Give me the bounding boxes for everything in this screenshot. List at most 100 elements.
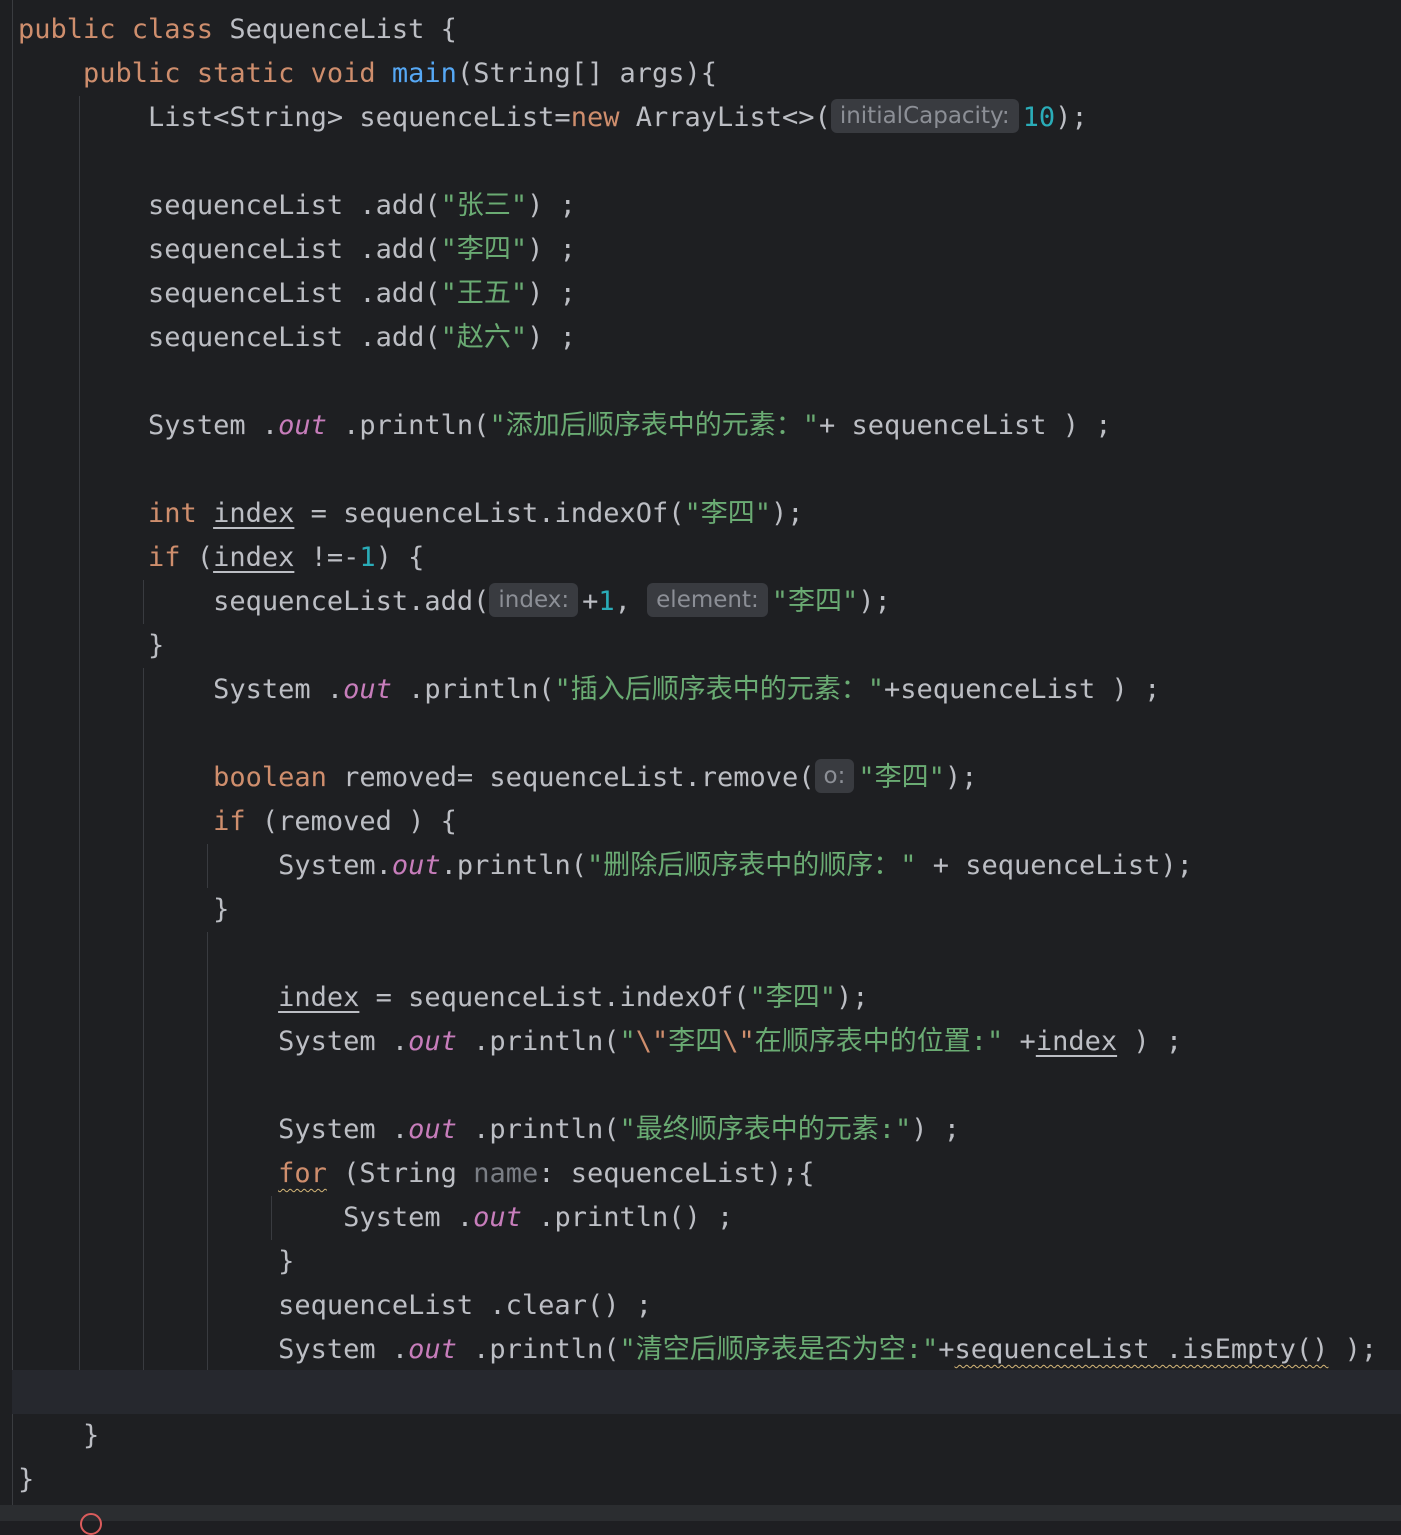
code-line-15[interactable]: } <box>18 624 164 668</box>
warning-expression: sequenceList .isEmpty() <box>954 1334 1329 1365</box>
keyword: public class <box>18 14 214 45</box>
code-text: sequenceList .add( <box>148 234 441 265</box>
code-text: + sequenceList ) ; <box>818 410 1112 441</box>
code-line-21[interactable]: } <box>18 888 229 932</box>
keyword: boolean <box>213 762 327 793</box>
string-literal: "李四" <box>684 498 772 529</box>
code-line-26[interactable]: System .out .println("最终顺序表中的元素:") ; <box>18 1108 960 1152</box>
code-text: = sequenceList.indexOf( <box>294 498 685 529</box>
code-line-13[interactable]: if (index !=-1) { <box>18 536 424 580</box>
string-literal: "赵六" <box>440 322 528 353</box>
code-line-27[interactable]: for (String name: sequenceList);{ <box>18 1152 815 1196</box>
closing-brace: } <box>213 894 230 925</box>
code-line-6[interactable]: sequenceList .add("李四") ; <box>18 228 576 272</box>
code-text: sequenceList .add( <box>148 322 441 353</box>
code-line-10[interactable]: System .out .println("添加后顺序表中的元素："+ sequ… <box>18 404 1112 448</box>
code-line-24[interactable]: System .out .println("\"李四\"在顺序表中的位置:" +… <box>18 1020 1182 1064</box>
code-text: : sequenceList);{ <box>538 1158 815 1189</box>
code-line-1[interactable]: public class SequenceList { <box>18 8 457 52</box>
static-field: out <box>278 410 327 441</box>
code-line-30[interactable]: sequenceList .clear() ; <box>18 1284 652 1328</box>
number-literal: 10 <box>1022 102 1056 133</box>
string-literal: "张三" <box>440 190 528 221</box>
code-line-23[interactable]: index = sequenceList.indexOf("李四"); <box>18 976 869 1020</box>
parameter-hint: o: <box>814 759 855 793</box>
code-editor[interactable]: public class SequenceList { public stati… <box>0 0 1401 1505</box>
code-text: System . <box>278 1334 409 1365</box>
code-text: ) ; <box>527 190 576 221</box>
code-line-16[interactable]: System .out .println("插入后顺序表中的元素："+seque… <box>18 668 1160 712</box>
escape-sequence: \" <box>722 1026 755 1057</box>
string-literal: "最终顺序表中的元素:" <box>619 1114 912 1145</box>
code-text: + sequenceList); <box>916 850 1193 881</box>
code-text: = sequenceList.indexOf( <box>359 982 750 1013</box>
parameter-hint: element: <box>647 583 768 617</box>
error-indicator-icon[interactable] <box>80 1513 102 1535</box>
code-text: System . <box>213 674 344 705</box>
code-text: + <box>1003 1026 1036 1057</box>
code-line-18[interactable]: boolean removed= sequenceList.remove(o: "… <box>18 756 977 800</box>
code-text: ) ; <box>527 322 576 353</box>
code-line-12[interactable]: int index = sequenceList.indexOf("李四"); <box>18 492 804 536</box>
code-text: .println( <box>440 850 587 881</box>
parameter-hint: initialCapacity: <box>830 99 1019 133</box>
reassigned-variable: index <box>1035 1026 1118 1057</box>
code-text: sequenceList .add( <box>148 190 441 221</box>
number-literal: 1 <box>359 542 376 573</box>
code-line-31[interactable]: System .out .println("清空后顺序表是否为空:"+seque… <box>18 1328 1377 1372</box>
method-name: main <box>391 58 457 89</box>
code-text: ) { <box>375 542 425 573</box>
code-line-5[interactable]: sequenceList .add("张三") ; <box>18 184 576 228</box>
code-line-2[interactable]: public static void main(String[] args){ <box>18 52 717 96</box>
static-field: out <box>408 1334 457 1365</box>
bottom-panel-strip <box>0 1505 1401 1521</box>
code-text: ); <box>771 498 804 529</box>
code-line-19[interactable]: if (removed ) { <box>18 800 457 844</box>
string-literal: "插入后顺序表中的元素：" <box>554 674 884 705</box>
code-line-3[interactable]: List<String> sequenceList=new ArrayList<… <box>18 96 1088 140</box>
code-line-33[interactable]: } <box>18 1414 99 1458</box>
code-line-7[interactable]: sequenceList .add("王五") ; <box>18 272 576 316</box>
code-text: !=- <box>294 542 360 573</box>
code-text: sequenceList .clear() ; <box>278 1290 652 1321</box>
code-text: removed= sequenceList.remove( <box>326 762 815 793</box>
code-line-28[interactable]: System .out .println() ; <box>18 1196 733 1240</box>
string-literal: "李四" <box>771 586 859 617</box>
code-line-29[interactable]: } <box>18 1240 294 1284</box>
code-text: ); <box>858 586 891 617</box>
method-signature: (String[] args){ <box>456 58 718 89</box>
code-text: ArrayList<>( <box>635 102 831 133</box>
code-line-20[interactable]: System.out.println("删除后顺序表中的顺序：" + seque… <box>18 844 1193 888</box>
static-field: out <box>391 850 441 881</box>
code-text: , <box>614 586 648 617</box>
code-text: ) ; <box>527 278 576 309</box>
static-field: out <box>473 1202 522 1233</box>
closing-brace: } <box>278 1246 295 1277</box>
static-field: out <box>343 674 392 705</box>
closing-brace: } <box>83 1420 100 1451</box>
keyword-with-warning: for <box>278 1158 327 1189</box>
code-text: +sequenceList ) ; <box>883 674 1161 705</box>
string-literal: 在顺序表中的位置:" <box>754 1026 1004 1057</box>
code-text: ); <box>1055 102 1088 133</box>
code-text: .println() ; <box>521 1202 734 1233</box>
code-text: System . <box>278 1114 409 1145</box>
keyword: public static void <box>83 58 376 89</box>
string-literal: "李四" <box>440 234 528 265</box>
code-text: ); <box>836 982 869 1013</box>
code-line-34[interactable]: } <box>18 1458 34 1502</box>
keyword: if <box>148 542 181 573</box>
string-literal: "删除后顺序表中的顺序：" <box>586 850 917 881</box>
keyword: new <box>570 102 620 133</box>
escape-sequence: \" <box>635 1026 669 1057</box>
reassigned-variable: index <box>213 542 295 573</box>
code-text: .println( <box>326 410 490 441</box>
keyword: int <box>148 498 197 529</box>
code-text: .println( <box>456 1334 620 1365</box>
code-text: ) ; <box>1117 1026 1183 1057</box>
code-line-8[interactable]: sequenceList .add("赵六") ; <box>18 316 576 360</box>
current-line-highlight[interactable] <box>12 1370 1401 1414</box>
code-text: ) ; <box>911 1114 961 1145</box>
code-text: .println( <box>456 1026 620 1057</box>
code-line-14[interactable]: sequenceList.add(index: +1, element: "李四")… <box>18 580 891 624</box>
